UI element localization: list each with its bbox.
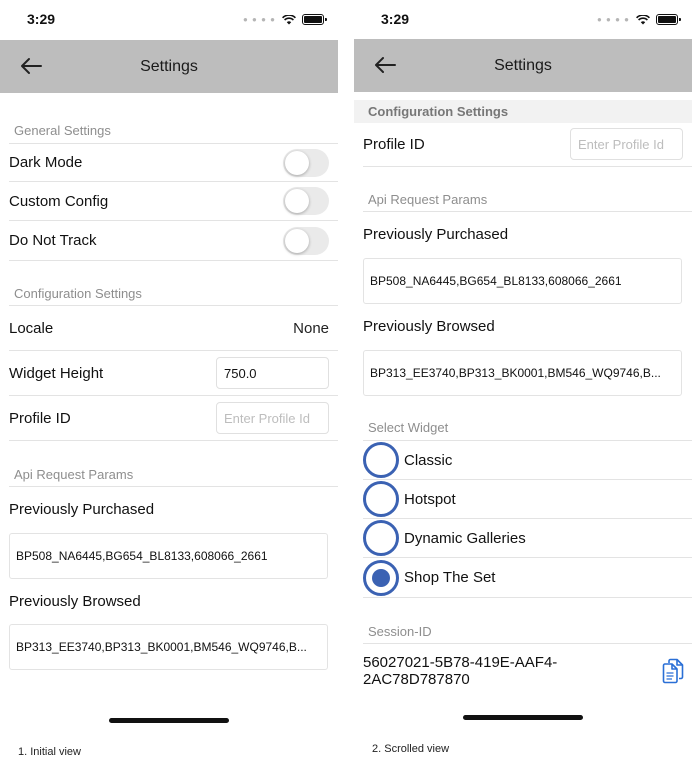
setting-row-locale[interactable]: Locale None — [9, 305, 338, 351]
session-id-value: 56027021-5B78-419E-AAF4-2AC78D787870 — [363, 653, 558, 688]
previously-purchased-field[interactable]: BP508_NA6445,BG654_BL8133,608066_2661 — [9, 533, 328, 579]
nav-bar: Settings — [0, 40, 338, 93]
status-icons: ● ● ● ● — [243, 14, 327, 25]
previously-purchased-label: Previously Purchased — [363, 226, 509, 243]
status-time: 3:29 — [27, 11, 56, 27]
setting-label: Custom Config — [9, 192, 109, 210]
radio-label: Hotspot — [404, 490, 456, 508]
previously-purchased-label: Previously Purchased — [9, 501, 155, 518]
radio-button-classic[interactable] — [363, 442, 399, 478]
setting-row-widget-height: Widget Height — [9, 351, 338, 396]
previously-browsed-label: Previously Browsed — [363, 318, 495, 335]
wifi-icon — [282, 14, 296, 24]
settings-list[interactable]: Configuration Settings Profile ID Api Re… — [354, 92, 692, 773]
section-header-general: General Settings — [14, 123, 111, 138]
caption-initial-view: 1. Initial view — [18, 746, 81, 758]
locale-label: Locale — [9, 319, 54, 337]
settings-list[interactable]: General Settings Dark Mode Custom Config… — [0, 93, 338, 773]
setting-row-profile-id: Profile ID — [9, 396, 338, 441]
previously-browsed-label: Previously Browsed — [9, 593, 141, 610]
widget-height-input[interactable] — [216, 357, 329, 389]
section-header-session-id: Session-ID — [368, 624, 432, 639]
radio-label: Shop The Set — [404, 569, 496, 586]
status-bar: 3:29 ● ● ● ● — [0, 0, 338, 40]
setting-row-custom-config: Custom Config — [9, 182, 338, 221]
profile-id-label: Profile ID — [9, 409, 71, 427]
profile-id-label: Profile ID — [363, 135, 425, 153]
widget-option-hotspot[interactable]: Hotspot — [363, 480, 692, 519]
setting-row-profile-id: Profile ID — [363, 122, 692, 167]
radio-label: Dynamic Galleries — [404, 529, 526, 547]
battery-icon — [302, 14, 327, 25]
signal-icon: ● ● ● ● — [243, 15, 276, 24]
locale-value[interactable]: None — [293, 320, 329, 337]
previously-purchased-field[interactable]: BP508_NA6445,BG654_BL8133,608066_2661 — [363, 258, 682, 304]
nav-bar: Settings — [354, 39, 692, 92]
status-time: 3:29 — [381, 11, 410, 27]
previously-browsed-field[interactable]: BP313_EE3740,BP313_BK0001,BM546_WQ9746,B… — [363, 350, 682, 396]
setting-label: Dark Mode — [9, 154, 83, 171]
setting-label: Do Not Track — [9, 232, 97, 249]
widget-option-shop-the-set[interactable]: Shop The Set — [363, 558, 692, 598]
caption-scrolled-view: 2. Scrolled view — [372, 743, 450, 755]
radio-button-hotspot[interactable] — [363, 481, 399, 517]
radio-label: Classic — [404, 451, 453, 469]
signal-icon: ● ● ● ● — [597, 15, 630, 24]
status-bar: 3:29 ● ● ● ● — [354, 0, 692, 40]
radio-selected-dot — [372, 568, 390, 587]
section-header-configuration: Configuration Settings — [14, 286, 142, 301]
battery-icon — [656, 14, 681, 25]
setting-row-dark-mode: Dark Mode — [9, 143, 338, 182]
profile-id-input[interactable] — [570, 128, 683, 160]
home-indicator[interactable] — [109, 718, 229, 723]
widget-option-classic[interactable]: Classic — [363, 441, 692, 480]
radio-button-shop-the-set[interactable] — [363, 559, 399, 596]
radio-button-dynamic-galleries[interactable] — [363, 520, 399, 556]
page-title: Settings — [494, 57, 552, 74]
do-not-track-toggle[interactable] — [283, 226, 329, 255]
phone-initial-view: 3:29 ● ● ● ● Settings General Settings D… — [0, 0, 338, 773]
home-area — [354, 697, 692, 773]
setting-row-do-not-track: Do Not Track — [9, 221, 338, 261]
section-header-configuration: Configuration Settings — [354, 100, 692, 123]
status-icons: ● ● ● ● — [597, 14, 681, 25]
section-header-api: Api Request Params — [368, 192, 488, 207]
section-header-select-widget: Select Widget — [368, 420, 449, 435]
page-title: Settings — [140, 58, 198, 75]
dark-mode-toggle[interactable] — [283, 148, 329, 177]
copy-icon[interactable] — [662, 658, 684, 684]
session-id-row: 56027021-5B78-419E-AAF4-2AC78D787870 — [363, 644, 692, 698]
home-indicator[interactable] — [463, 715, 583, 720]
widget-height-label: Widget Height — [9, 364, 104, 382]
widget-option-dynamic-galleries[interactable]: Dynamic Galleries — [363, 519, 692, 558]
profile-id-input[interactable] — [216, 402, 329, 434]
section-header-api: Api Request Params — [14, 467, 134, 482]
custom-config-toggle[interactable] — [283, 187, 329, 215]
home-area — [0, 700, 338, 773]
previously-browsed-field[interactable]: BP313_EE3740,BP313_BK0001,BM546_WQ9746,B… — [9, 624, 328, 670]
wifi-icon — [636, 14, 650, 24]
phone-scrolled-view: 3:29 ● ● ● ● Settings Configuration Sett… — [354, 0, 692, 773]
